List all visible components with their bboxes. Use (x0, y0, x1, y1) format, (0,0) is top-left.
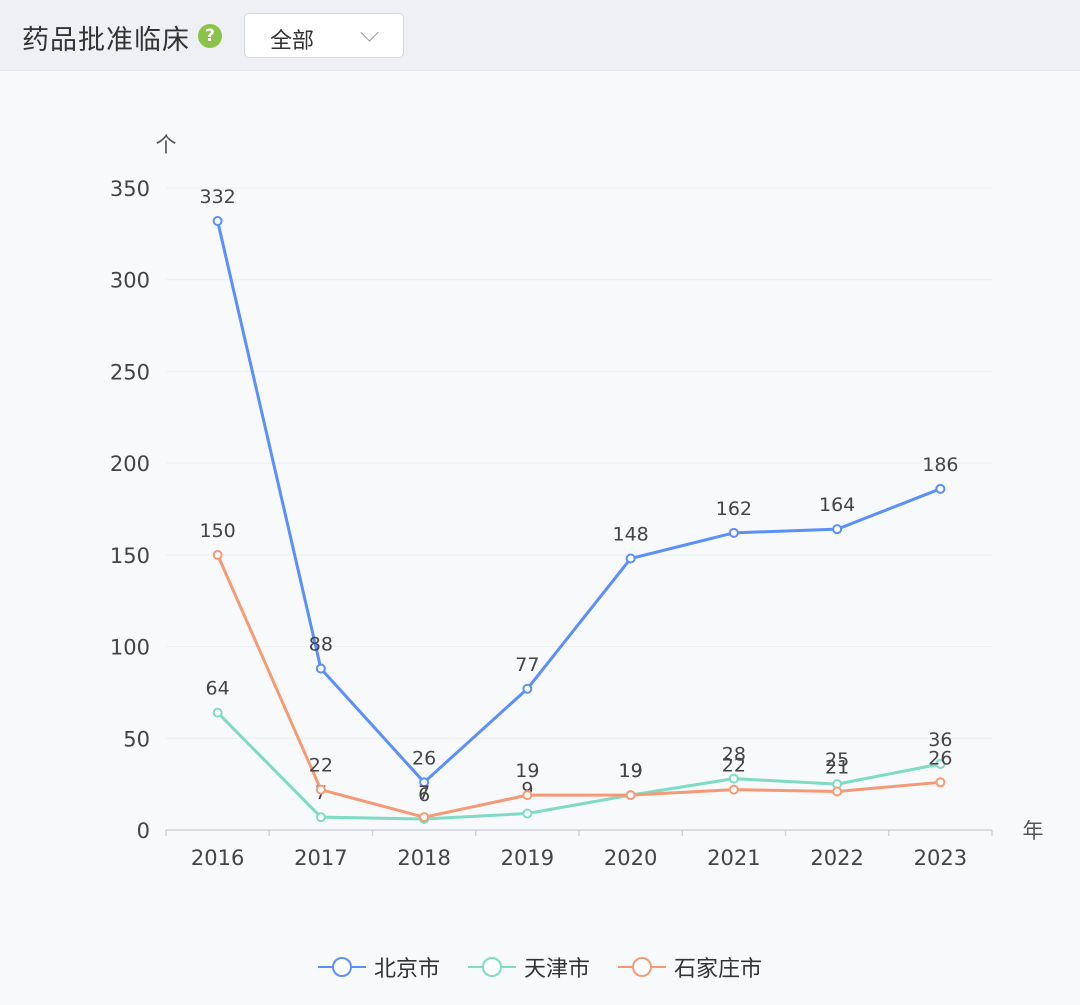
data-point (625, 553, 636, 564)
legend-label: 北京市 (373, 957, 440, 982)
data-point (728, 527, 739, 538)
data-label: 21 (825, 756, 849, 778)
data-point (212, 549, 223, 560)
data-label: 150 (199, 520, 235, 542)
data-label: 19 (515, 760, 539, 782)
data-label: 26 (928, 747, 952, 769)
y-tick-label: 100 (110, 636, 150, 660)
x-tick-label: 2021 (707, 846, 760, 870)
chevron-down-icon (360, 23, 379, 42)
y-tick-label: 200 (110, 452, 150, 476)
data-point (212, 707, 223, 718)
data-point (522, 808, 533, 819)
data-point (522, 683, 533, 694)
legend-label: 天津市 (523, 957, 590, 982)
chart-header: 药品批准临床 ? 全部 (0, 0, 1080, 71)
x-tick-label: 2023 (914, 846, 967, 870)
chart-title: 药品批准临床 (22, 25, 190, 56)
legend-item[interactable]: 石家庄市 (618, 951, 762, 983)
data-label: 332 (199, 186, 235, 208)
data-point (625, 790, 636, 801)
data-label: 77 (515, 654, 539, 676)
data-label: 88 (309, 634, 333, 656)
data-label: 64 (206, 678, 230, 700)
y-tick-label: 250 (110, 360, 150, 384)
data-label: 7 (418, 782, 430, 804)
data-point (212, 216, 223, 227)
data-point (522, 790, 533, 801)
legend-symbol-icon (467, 955, 516, 979)
data-point (832, 524, 843, 535)
data-label: 22 (722, 755, 746, 777)
data-point (728, 784, 739, 795)
data-point (419, 812, 430, 823)
data-label: 26 (412, 747, 436, 769)
region-filter-dropdown[interactable]: 全部 (244, 13, 404, 58)
line-chart: 0 50 100 150 200 250 300 350 2016 2017 2018 2019 202… (110, 133, 1044, 870)
y-tick-label: 300 (110, 269, 150, 293)
legend-item[interactable]: 天津市 (467, 951, 590, 983)
legend-item[interactable]: 北京市 (317, 951, 440, 983)
chart-legend: 北京市 天津市 石家庄市 (0, 950, 1080, 984)
legend-label: 石家庄市 (674, 957, 763, 982)
data-label: 164 (819, 494, 855, 516)
data-point (315, 784, 326, 795)
data-label: 19 (619, 760, 643, 782)
x-tick-label: 2017 (294, 846, 347, 870)
data-label: 186 (922, 454, 958, 476)
y-tick-label: 50 (123, 727, 150, 751)
region-filter-value: 全部 (270, 29, 315, 54)
y-axis-label: 个 (156, 133, 177, 157)
legend-dot (481, 957, 502, 977)
data-label: 22 (309, 755, 333, 777)
data-point (832, 786, 843, 797)
legend-dot (632, 957, 652, 977)
x-tick-label: 2019 (501, 846, 554, 870)
y-tick-label: 350 (110, 177, 150, 201)
x-tick-label: 2022 (810, 846, 863, 870)
data-point (935, 483, 946, 494)
legend-symbol-icon (618, 955, 666, 979)
legend-symbol-icon (317, 955, 366, 979)
x-axis-label: 年 (1023, 819, 1044, 843)
data-label: 148 (612, 524, 648, 546)
legend-dot (331, 957, 352, 977)
y-tick-label: 0 (137, 819, 150, 843)
data-point (935, 777, 946, 788)
x-tick-label: 2020 (604, 846, 657, 870)
data-label: 162 (716, 498, 752, 520)
data-point (315, 812, 326, 823)
question-circle-icon[interactable]: ? (198, 24, 222, 48)
y-tick-label: 150 (110, 544, 150, 568)
x-tick-label: 2018 (397, 846, 450, 870)
x-tick-label: 2016 (191, 846, 244, 870)
data-point (315, 663, 326, 674)
